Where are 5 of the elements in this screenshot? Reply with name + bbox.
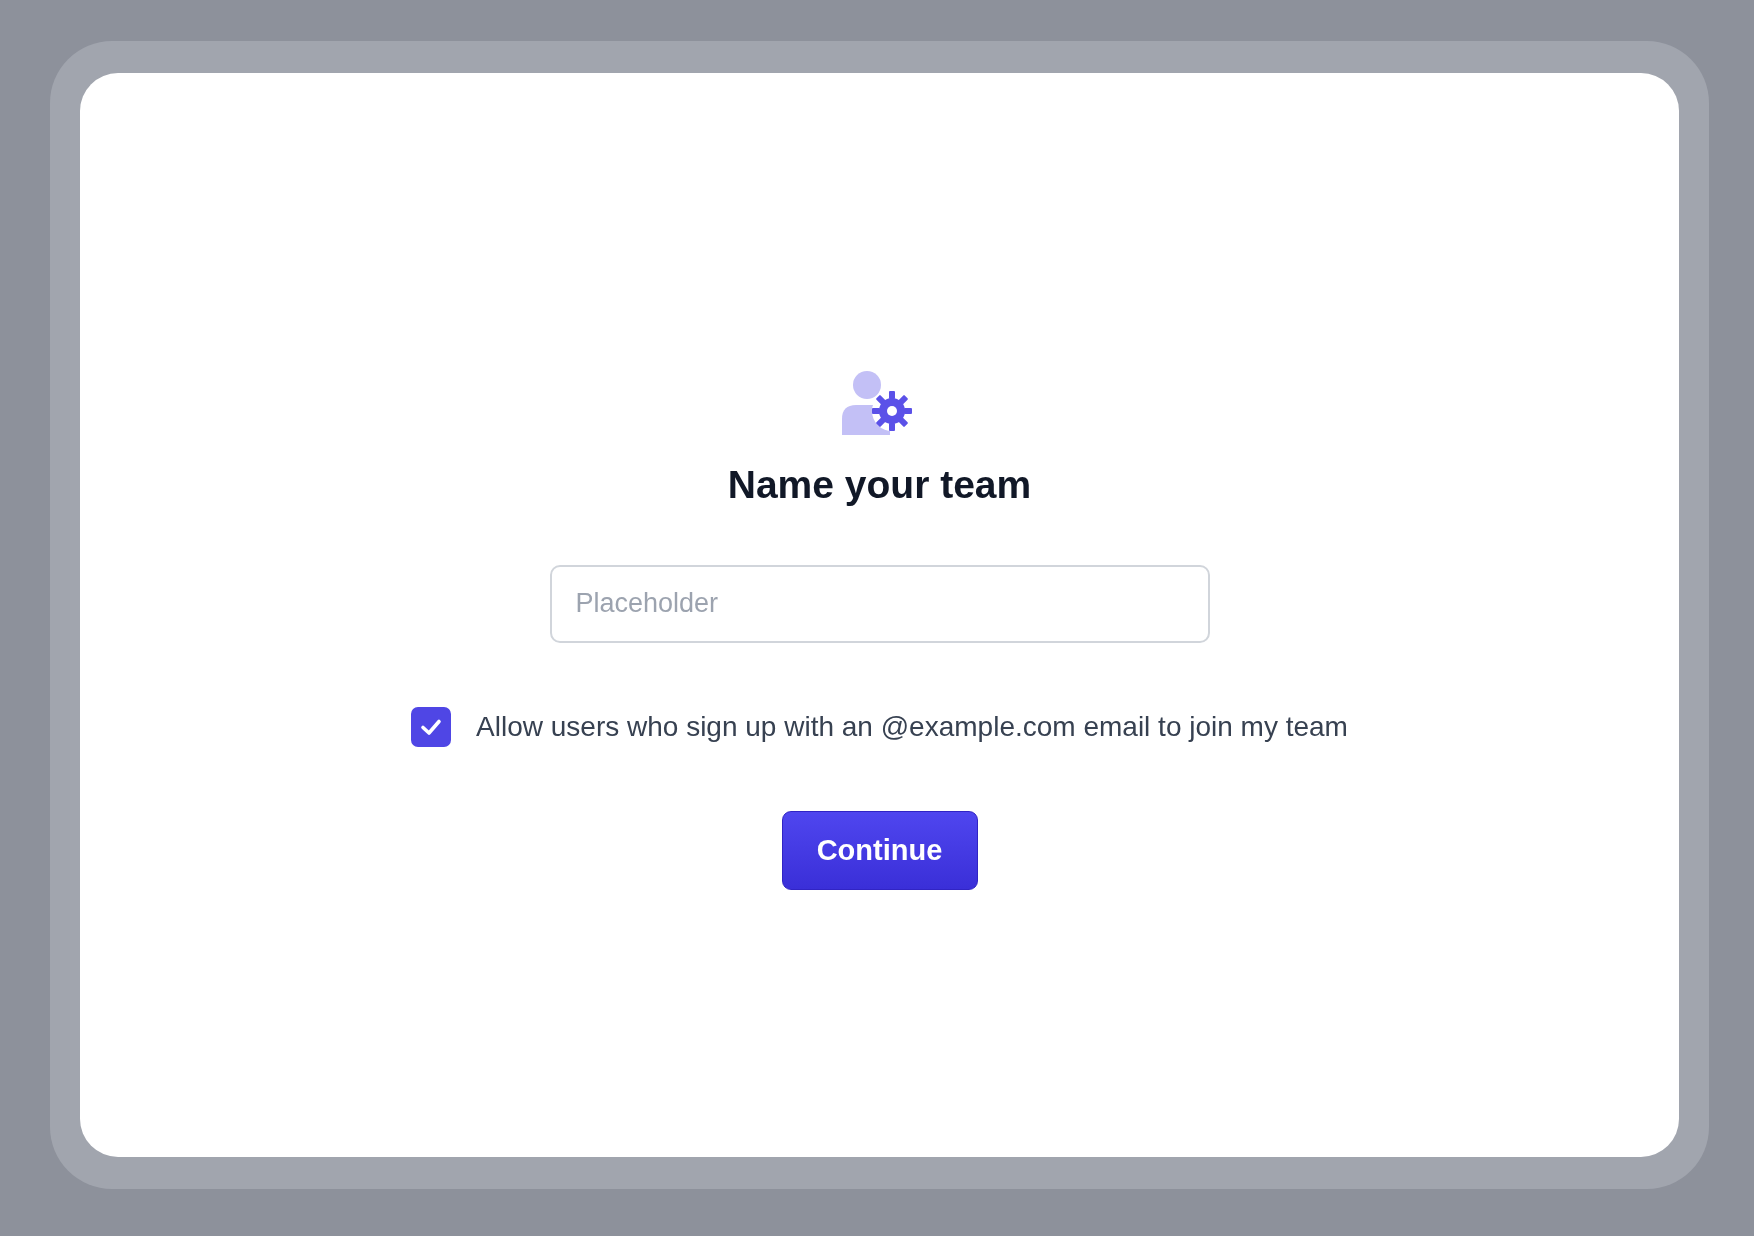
team-name-field[interactable]: Placeholder — [549, 564, 1210, 643]
continue-button[interactable]: Continue — [781, 810, 978, 890]
checkbox-label: Allow users who sign up with an @example.com email to join my team — [476, 710, 1348, 743]
dialog-title: Name your team — [727, 462, 1032, 507]
checkbox[interactable] — [411, 706, 452, 747]
